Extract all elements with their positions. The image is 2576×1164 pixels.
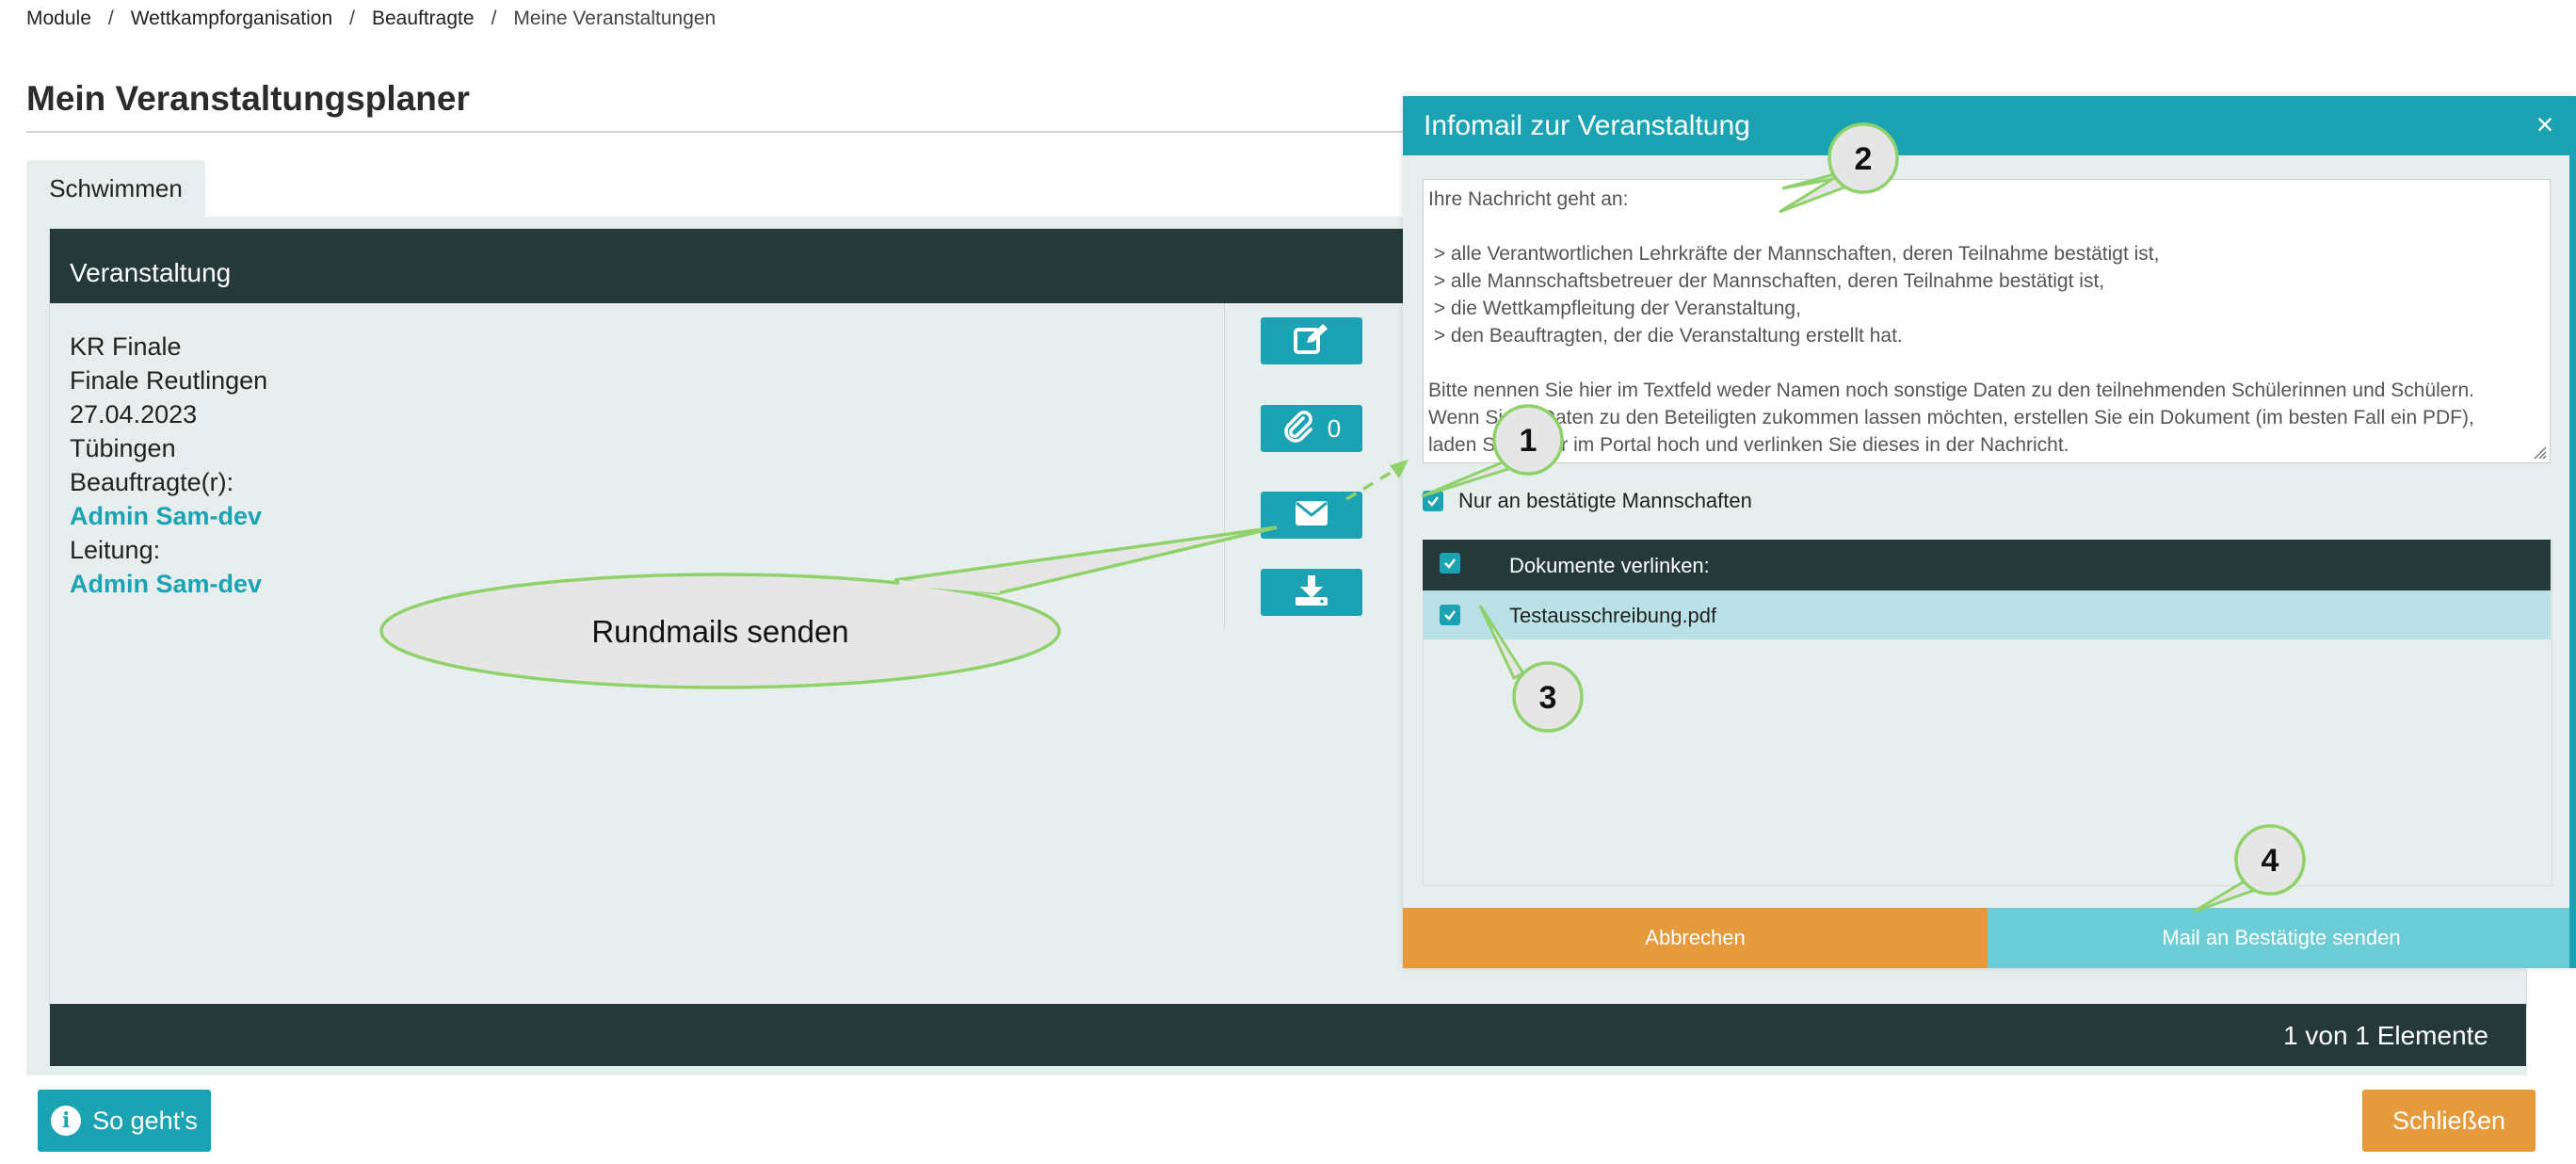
event-details: KR Finale Finale Reutlingen 27.04.2023 T… — [70, 330, 267, 601]
cancel-button[interactable]: Abbrechen — [1403, 908, 1988, 968]
checkmark-icon — [1444, 610, 1456, 621]
breadcrumb-separator: / — [107, 8, 114, 29]
attachments-button[interactable]: 0 — [1261, 405, 1362, 452]
only-confirmed-option: Nur an bestätigte Mannschaften — [1423, 489, 1752, 513]
documents-header-label: Dokumente verlinken: — [1509, 554, 1710, 577]
breadcrumb: Module / Wettkampforganisation / Beauftragte… — [26, 8, 716, 30]
checkmark-icon — [1444, 558, 1456, 569]
help-button[interactable]: i So geht's — [38, 1090, 211, 1152]
message-textarea[interactable]: Ihre Nachricht geht an: > alle Verantwor… — [1423, 179, 2551, 463]
download-icon — [1295, 574, 1328, 611]
event-date: 27.04.2023 — [70, 400, 198, 428]
lead-label: Leitung: — [70, 536, 161, 564]
event-venue: Finale Reutlingen — [70, 366, 268, 395]
help-label: So geht's — [92, 1106, 198, 1135]
only-confirmed-checkbox[interactable] — [1423, 491, 1443, 511]
breadcrumb-beauftragte[interactable]: Beauftragte — [372, 8, 475, 29]
breadcrumb-wettkampforganisation[interactable]: Wettkampforganisation — [131, 8, 332, 29]
column-divider — [1224, 303, 1225, 629]
scrollbar-track[interactable] — [2569, 96, 2576, 968]
documents-header: Dokumente verlinken: — [1423, 540, 2551, 590]
event-name: KR Finale — [70, 332, 182, 361]
document-name: Testausschreibung.pdf — [1509, 604, 1717, 627]
close-page-button[interactable]: Schließen — [2362, 1090, 2536, 1152]
commissioner-label: Beauftragte(r): — [70, 468, 234, 496]
checkmark-icon — [1427, 496, 1439, 507]
modal-title: Infomail zur Veranstaltung — [1403, 96, 2575, 155]
mail-button[interactable] — [1261, 492, 1362, 539]
lead-link[interactable]: Admin Sam-dev — [70, 567, 267, 601]
breadcrumb-current: Meine Veranstaltungen — [513, 8, 716, 29]
info-icon: i — [51, 1106, 82, 1136]
modal-close-button[interactable]: × — [2526, 105, 2564, 143]
document-row[interactable]: Testausschreibung.pdf — [1423, 590, 2551, 639]
page-title: Mein Veranstaltungsplaner — [26, 79, 470, 118]
select-all-documents-checkbox[interactable] — [1440, 553, 1460, 574]
breadcrumb-separator: / — [349, 8, 355, 29]
document-checkbox[interactable] — [1440, 605, 1460, 625]
paperclip-icon — [1282, 410, 1314, 447]
resize-handle-icon[interactable] — [2532, 445, 2547, 460]
download-button[interactable] — [1261, 569, 1362, 616]
title-divider — [26, 131, 1410, 133]
tab-schwimmen[interactable]: Schwimmen — [26, 160, 205, 217]
breadcrumb-separator: / — [491, 8, 497, 29]
edit-button[interactable] — [1261, 317, 1362, 364]
only-confirmed-label: Nur an bestätigte Mannschaften — [1458, 489, 1752, 512]
edit-icon — [1293, 322, 1330, 361]
breadcrumb-module[interactable]: Module — [26, 8, 91, 29]
commissioner-link[interactable]: Admin Sam-dev — [70, 499, 267, 533]
table-footer: 1 von 1 Elemente — [50, 1004, 2526, 1066]
event-city: Tübingen — [70, 434, 176, 462]
send-mail-button[interactable]: Mail an Bestätigte senden — [1988, 908, 2575, 968]
attachment-count: 0 — [1327, 413, 1342, 443]
envelope-icon — [1295, 500, 1328, 531]
